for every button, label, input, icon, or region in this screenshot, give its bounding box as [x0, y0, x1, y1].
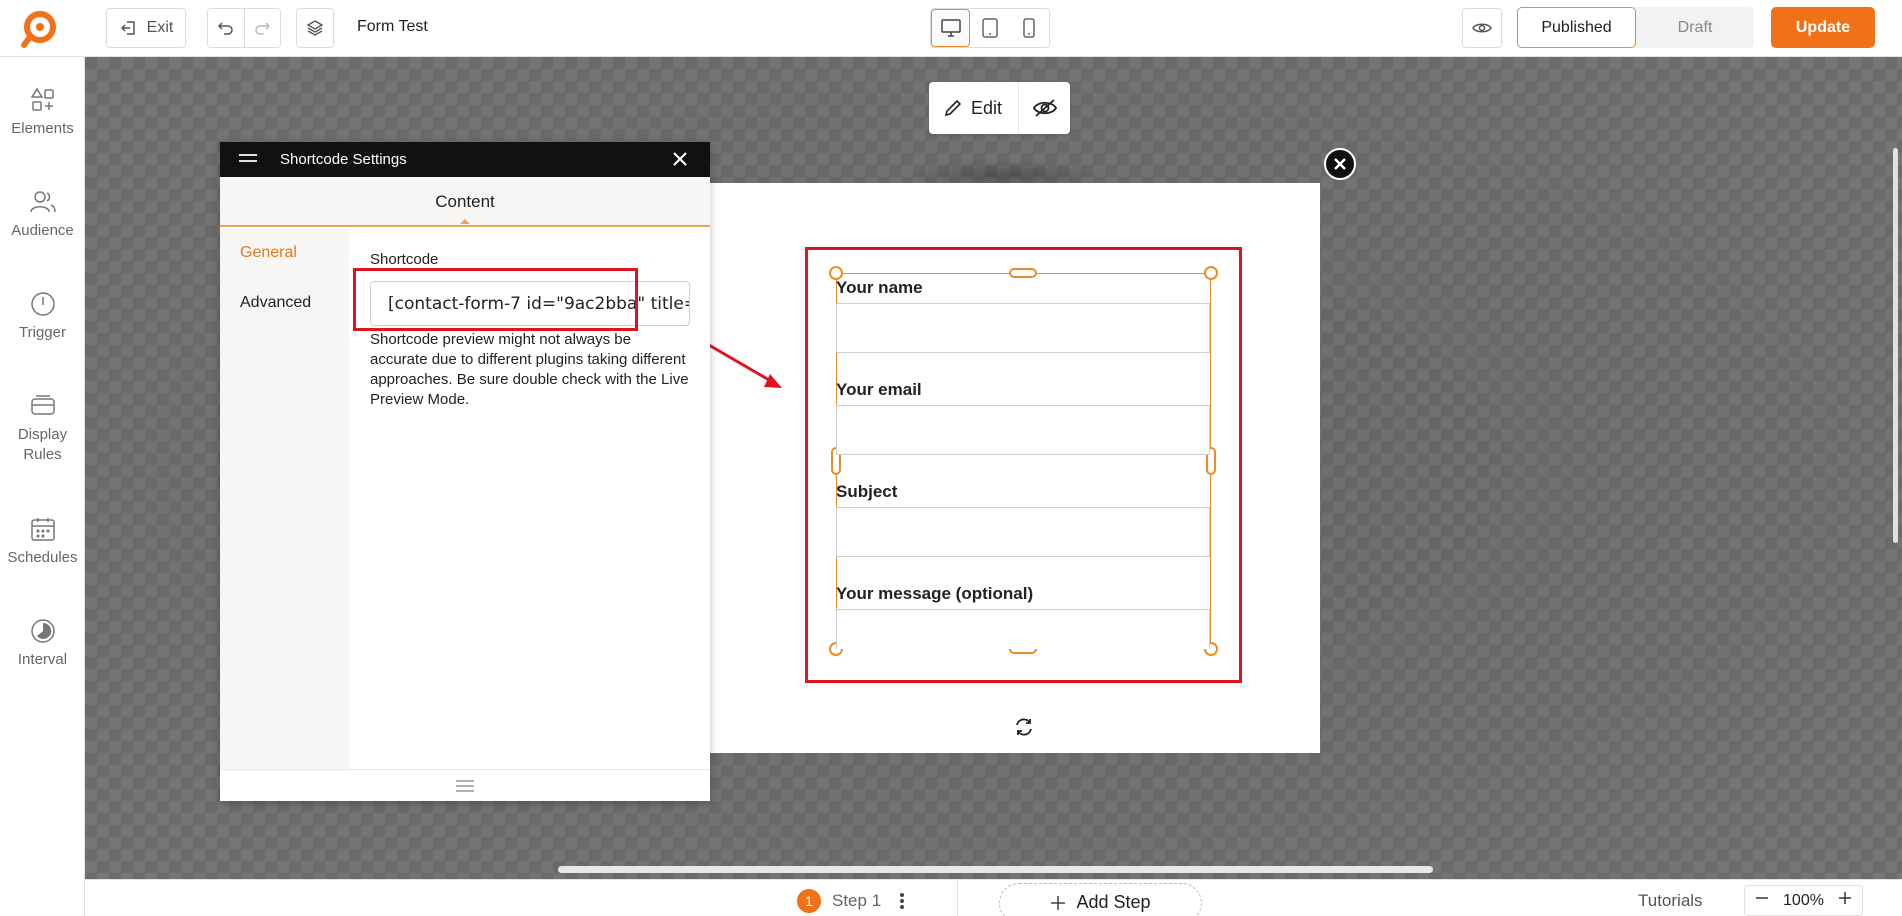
nav-general[interactable]: General	[240, 244, 297, 262]
published-button[interactable]: Published	[1517, 7, 1636, 48]
field-label: Your message (optional)	[836, 584, 1034, 603]
form-title: Form Test	[357, 18, 428, 35]
sidebar-item-label: Trigger	[19, 324, 66, 341]
sidebar-item-elements[interactable]: Elements	[0, 87, 85, 139]
sidebar-item-trigger[interactable]: Trigger	[0, 291, 85, 343]
more-vertical-icon	[900, 893, 904, 909]
top-bar: Exit Form Test Published Draft Update	[0, 0, 1902, 57]
elements-icon	[0, 87, 85, 113]
close-panel-button[interactable]	[672, 151, 688, 171]
panel-header[interactable]: Shortcode Settings	[220, 142, 710, 177]
resize-handle[interactable]	[1204, 266, 1218, 280]
plus-icon	[1838, 892, 1851, 904]
device-switcher	[930, 8, 1050, 48]
sidebar-item-label: Display Rules	[17, 426, 68, 463]
exit-icon	[119, 18, 139, 38]
undo-redo-group	[207, 8, 281, 48]
close-icon	[673, 152, 687, 166]
menu-icon	[456, 779, 474, 792]
tablet-view-button[interactable]	[970, 9, 1009, 47]
undo-icon	[217, 22, 233, 35]
nav-advanced[interactable]: Advanced	[240, 294, 311, 312]
refresh-button[interactable]	[1011, 714, 1037, 740]
interval-icon	[0, 618, 85, 644]
step-number-badge: 1	[797, 889, 821, 913]
panel-resize-handle[interactable]	[220, 769, 710, 801]
minus-icon	[1756, 897, 1768, 899]
exit-button[interactable]: Exit	[106, 8, 186, 48]
field-label: Your name	[836, 278, 923, 297]
refresh-icon	[1016, 718, 1032, 736]
pencil-icon	[944, 99, 962, 117]
display-rules-icon	[0, 393, 85, 419]
mobile-view-button[interactable]	[1010, 9, 1049, 47]
sidebar-item-interval[interactable]: Interval	[0, 618, 85, 670]
edit-label: Edit	[971, 97, 1003, 118]
eye-icon	[1472, 23, 1492, 33]
exit-label: Exit	[146, 19, 174, 36]
plus-icon	[1051, 896, 1066, 910]
subject-field[interactable]	[836, 507, 1210, 557]
layers-button[interactable]	[296, 8, 334, 48]
edit-toolbar: Edit	[929, 82, 1070, 134]
update-button[interactable]: Update	[1771, 7, 1875, 48]
field-label: Your email	[836, 380, 922, 399]
tablet-icon	[982, 18, 998, 38]
tutorials-link[interactable]: Tutorials	[1638, 891, 1703, 911]
sidebar-item-label: Interval	[17, 651, 68, 668]
popup-close-button[interactable]	[1324, 148, 1356, 180]
shortcode-settings-panel: Shortcode Settings Content General Advan…	[220, 142, 710, 801]
draft-button[interactable]: Draft	[1636, 7, 1754, 48]
name-field[interactable]	[836, 303, 1210, 353]
panel-tabs: Content	[220, 177, 710, 227]
edit-button[interactable]: Edit	[929, 82, 1019, 134]
mobile-icon	[1023, 18, 1036, 38]
message-field[interactable]	[836, 609, 1210, 649]
desktop-view-button[interactable]	[931, 9, 971, 47]
zoom-in-button[interactable]	[1838, 891, 1852, 910]
highlight-box-shortcode	[353, 268, 638, 331]
sidebar-item-label: Schedules	[7, 549, 78, 566]
redo-button[interactable]	[243, 9, 280, 47]
eye-off-icon	[1032, 99, 1057, 117]
step-tab[interactable]: Step 1	[832, 891, 881, 911]
publish-status-toggle: Published Draft	[1517, 7, 1754, 48]
field-label: Subject	[836, 482, 898, 501]
sidebar-item-audience[interactable]: Audience	[0, 189, 85, 241]
drag-handle-icon[interactable]	[238, 151, 258, 169]
calendar-icon	[0, 516, 85, 542]
hide-button[interactable]	[1019, 82, 1070, 134]
layers-icon	[306, 20, 324, 36]
shortcode-help-text: Shortcode preview might not always be ac…	[370, 331, 689, 408]
resize-handle[interactable]	[1009, 268, 1037, 278]
horizontal-scrollbar[interactable]	[558, 866, 1433, 873]
add-step-label: Add Step	[1076, 892, 1151, 912]
undo-button[interactable]	[208, 9, 244, 47]
tab-content[interactable]: Content	[220, 192, 710, 212]
bottom-bar	[85, 879, 1902, 916]
power-icon	[0, 291, 85, 317]
active-tab-caret	[460, 219, 470, 224]
sidebar-item-display-rules[interactable]: Display Rules	[0, 393, 85, 465]
left-sidebar: Elements Audience Trigger Display Rules	[0, 57, 85, 916]
panel-title: Shortcode Settings	[280, 151, 407, 168]
preview-button[interactable]	[1462, 8, 1502, 48]
vertical-scrollbar[interactable]	[1893, 148, 1898, 543]
sidebar-item-schedules[interactable]: Schedules	[0, 516, 85, 568]
close-icon	[1334, 158, 1346, 170]
zoom-out-button[interactable]	[1755, 891, 1769, 910]
audience-icon	[0, 189, 85, 215]
annotation-arrow	[701, 339, 782, 388]
sidebar-item-label: Audience	[11, 222, 74, 239]
sidebar-item-label: Elements	[11, 120, 74, 137]
zoom-control: 100%	[1744, 885, 1863, 916]
app-logo-icon[interactable]	[18, 9, 62, 49]
add-step-button[interactable]: Add Step	[999, 883, 1202, 916]
step-options-button[interactable]	[898, 891, 906, 916]
email-field[interactable]	[836, 405, 1210, 455]
shortcode-label: Shortcode	[370, 251, 439, 268]
redo-icon	[255, 22, 271, 35]
desktop-icon	[940, 19, 961, 37]
zoom-level: 100%	[1783, 891, 1824, 909]
